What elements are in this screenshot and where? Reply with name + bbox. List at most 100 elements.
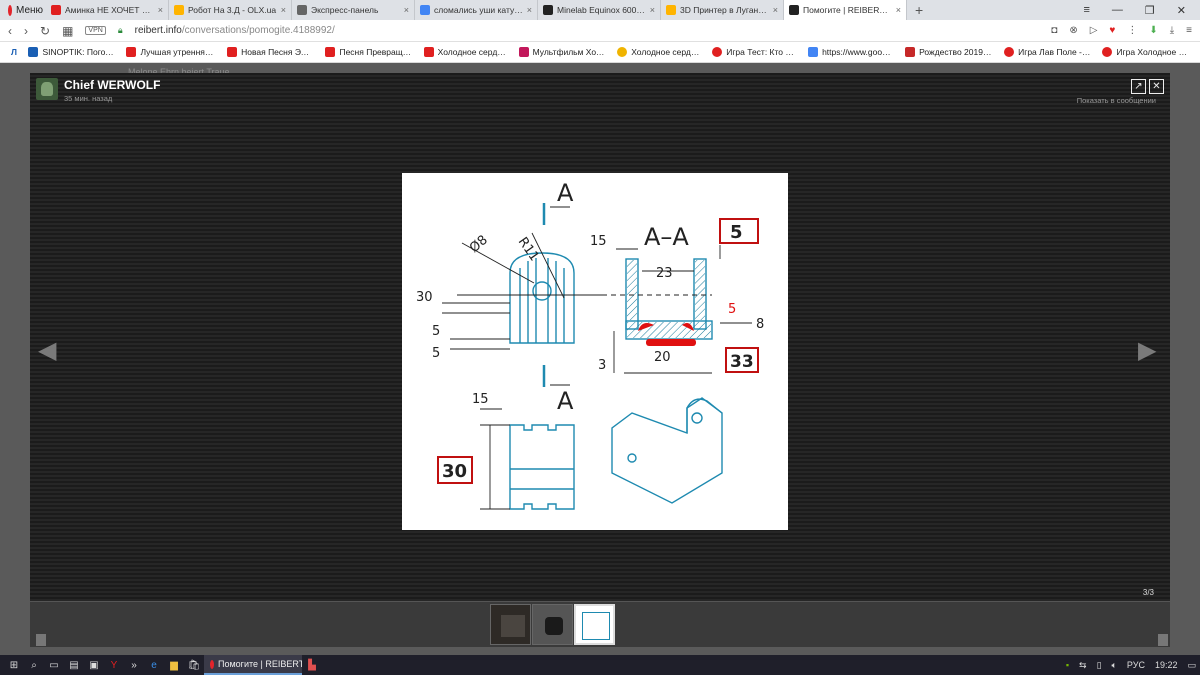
search-icon[interactable]: ⌕ <box>24 655 44 675</box>
battery-icon[interactable]: ▯ <box>1097 660 1102 671</box>
close-tab-icon[interactable]: × <box>896 5 901 15</box>
heart-icon[interactable]: ♥ <box>1109 25 1115 36</box>
game-icon <box>1004 47 1015 57</box>
bookmarks-bar: Л SINOPTIK: Погода... Лучшая утренняя з.… <box>0 42 1200 63</box>
weld-annotation: 5 <box>728 302 736 317</box>
grid-icon[interactable]: ▦ <box>62 24 73 38</box>
tab-5[interactable]: 3D Принтер в Луганская × <box>661 0 784 20</box>
google-icon <box>808 47 819 57</box>
olx-icon <box>666 5 676 15</box>
page-content: Melone Ehrn beiert Traue Chief WERWOLF 3… <box>0 63 1200 655</box>
app-icon[interactable]: ▣ <box>84 655 104 675</box>
game-icon <box>1102 47 1113 57</box>
pdf-icon[interactable]: ▙ <box>302 655 322 675</box>
url-field[interactable]: reibert.info/conversations/pomogite.4188… <box>135 25 1040 36</box>
username[interactable]: Chief WERWOLF <box>64 78 160 92</box>
back-icon[interactable]: ‹ <box>8 24 12 38</box>
restore-icon[interactable]: ❐ <box>1145 4 1155 17</box>
show-in-message-link[interactable]: Показать в сообщении <box>1077 96 1156 105</box>
close-tab-icon[interactable]: × <box>773 5 778 15</box>
bookmark-7[interactable]: Игра Тест: Кто Ты... <box>707 47 801 57</box>
url-host: reibert.info <box>134 25 182 36</box>
next-image-icon[interactable]: ▶ <box>1138 338 1156 364</box>
bookmark-3[interactable]: Песня Превращен... <box>320 47 416 57</box>
tab-3[interactable]: сломались уши катушки × <box>415 0 538 20</box>
radius-label: R11 <box>515 235 542 265</box>
user-avatar[interactable] <box>36 78 58 100</box>
bookmark-6[interactable]: Холодное сердце... <box>612 47 705 57</box>
play-icon[interactable]: ▷ <box>1090 25 1098 36</box>
menu-icon[interactable]: ≡ <box>1186 25 1192 36</box>
new-tab-icon[interactable]: + <box>907 2 931 18</box>
close-tab-icon[interactable]: × <box>158 5 163 15</box>
lightbox-tools: ↗ ✕ <box>1131 79 1164 94</box>
opera-menu-button[interactable]: Меню <box>0 0 46 20</box>
tab-menu-icon[interactable]: ≡ <box>1083 4 1089 17</box>
reload-icon[interactable]: ↻ <box>40 24 50 38</box>
tab-bar: Меню Аминка НЕ ХОЧЕТ Быть М× Робот На 3.… <box>0 0 1200 20</box>
strip-scroll-left[interactable] <box>36 634 46 646</box>
thumbnail-1[interactable] <box>490 604 531 645</box>
bookmark-9[interactable]: Рождество 2019: л... <box>900 47 997 57</box>
thumb-photo <box>545 617 563 635</box>
tab-4[interactable]: Minelab Equinox 600/800 |× <box>538 0 661 20</box>
explorer-icon[interactable]: ▤ <box>64 655 84 675</box>
tab-2[interactable]: Экспресс-панель × <box>292 0 415 20</box>
edge-icon[interactable]: e <box>144 655 164 675</box>
close-lightbox-icon[interactable]: ✕ <box>1149 79 1164 94</box>
language-indicator[interactable]: РУС <box>1127 660 1145 670</box>
taskbar-active-opera[interactable]: Помогите | REIBERT.i... <box>204 655 302 675</box>
task-title: Помогите | REIBERT.i... <box>218 659 302 669</box>
speed-dial-icon <box>297 5 307 15</box>
store-icon[interactable]: 🛍︎ <box>184 655 204 675</box>
menu-dots-icon[interactable]: ⋮ <box>1127 25 1137 36</box>
yandex-icon[interactable]: Y <box>104 655 124 675</box>
strip-scroll-right[interactable] <box>1158 634 1168 646</box>
windows-start-icon[interactable]: ⊞ <box>4 655 24 675</box>
close-window-icon[interactable]: ✕ <box>1177 4 1186 17</box>
open-external-icon[interactable]: ↗ <box>1131 79 1146 94</box>
lightbox-overlay: Chief WERWOLF 35 мин. назад ↗ ✕ Показать… <box>30 73 1170 601</box>
bookmark-10[interactable]: Игра Лав Поле - О... <box>999 47 1095 57</box>
bookmark-4[interactable]: Холодное сердце... <box>419 47 512 57</box>
bookmark-letter-icon[interactable]: Л <box>6 47 21 57</box>
vpn-badge[interactable]: VPN <box>85 26 106 35</box>
close-tab-icon[interactable]: × <box>650 5 655 15</box>
tab-0[interactable]: Аминка НЕ ХОЧЕТ Быть М× <box>46 0 169 20</box>
volume-icon[interactable]: 🔈︎ <box>1112 660 1117 671</box>
opera-logo-icon <box>210 659 214 669</box>
bookmark-11[interactable]: Игра Холодное Се... <box>1097 47 1194 57</box>
notifications-icon[interactable]: ▭ <box>1187 660 1196 671</box>
opera-logo-icon <box>8 4 12 16</box>
reibert-icon <box>543 5 553 15</box>
prev-image-icon[interactable]: ◀ <box>38 338 56 364</box>
thumbnail-2[interactable] <box>532 604 573 645</box>
network-icon[interactable]: ⇆ <box>1079 660 1087 671</box>
minimize-icon[interactable]: — <box>1112 4 1123 17</box>
close-tab-icon[interactable]: × <box>404 5 409 15</box>
bookmark-favicon <box>617 47 628 57</box>
download-icon[interactable]: ⤓ <box>1170 25 1174 36</box>
bookmark-1[interactable]: Лучшая утренняя з... <box>121 47 220 57</box>
task-view-icon[interactable]: ▭ <box>44 655 64 675</box>
youtube-icon <box>126 47 137 57</box>
clock[interactable]: 19:22 <box>1155 660 1178 670</box>
tab-6-active[interactable]: Помогите | REIBERT.info × <box>784 0 907 20</box>
close-tab-icon[interactable]: × <box>527 5 532 15</box>
folder-icon[interactable]: ▆ <box>164 655 184 675</box>
tab-1[interactable]: Робот На 3.Д - OLX.ua × <box>169 0 292 20</box>
camera-icon[interactable]: ◘ <box>1051 25 1057 36</box>
bookmark-2[interactable]: Новая Песня Эльз... <box>222 47 318 57</box>
close-tab-icon[interactable]: × <box>281 5 286 15</box>
bookmark-8[interactable]: https://www.google... <box>803 47 898 57</box>
url-path: /conversations/pomogite.4188992/ <box>181 25 335 36</box>
extension-icon[interactable]: ⬇ <box>1149 25 1157 36</box>
adblock-icon[interactable]: ⊗ <box>1069 25 1077 36</box>
more-icon[interactable]: » <box>124 655 144 675</box>
forward-icon[interactable]: › <box>24 24 28 38</box>
bookmark-0[interactable]: SINOPTIK: Погода... <box>23 47 119 57</box>
thumbnail-3-selected[interactable] <box>574 604 615 645</box>
lock-icon[interactable]: 🔒︎ <box>118 25 123 36</box>
bookmark-5[interactable]: Мультфильм Холо... <box>514 47 611 57</box>
nvidia-icon[interactable]: ▪ <box>1066 660 1069 670</box>
